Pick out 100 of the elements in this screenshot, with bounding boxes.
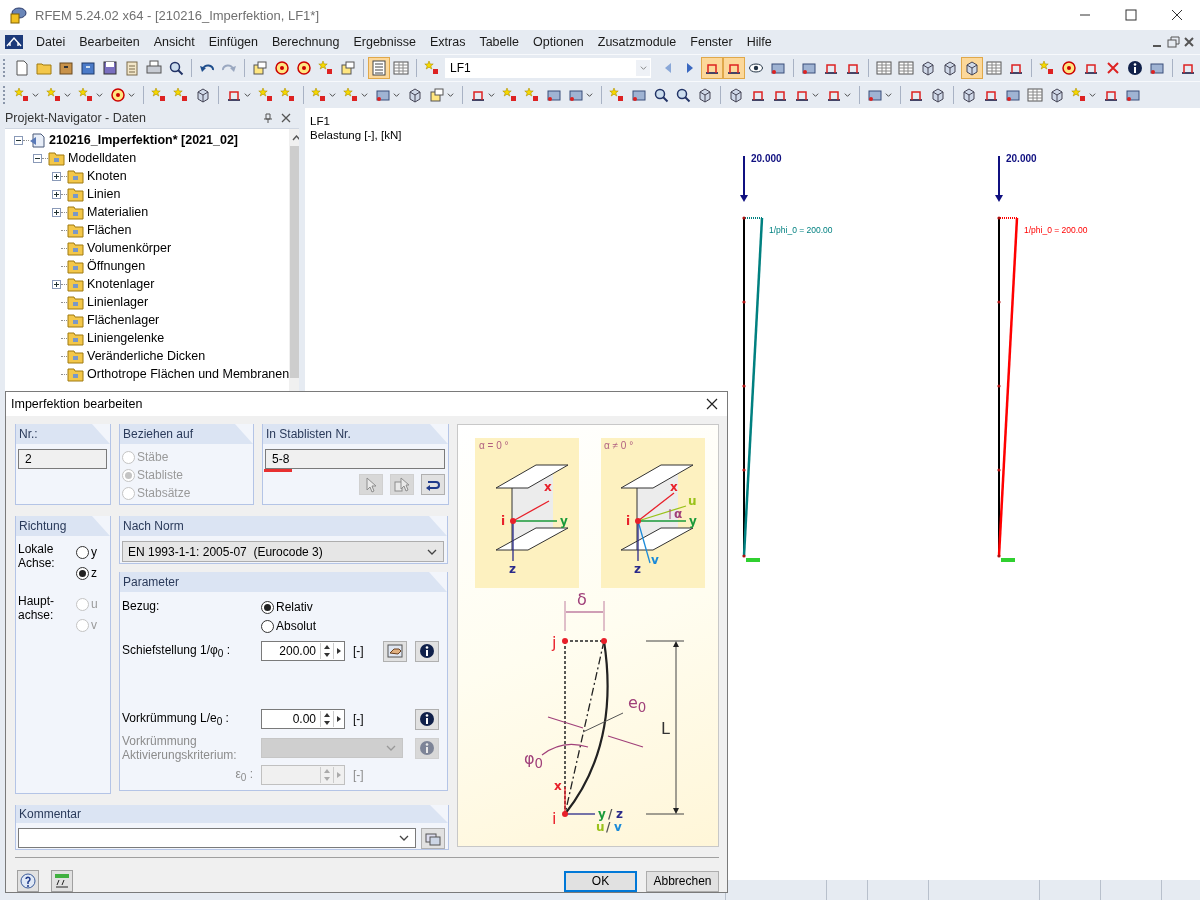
caret-icon [844, 93, 851, 97]
info-icon [1127, 60, 1143, 76]
menu-item[interactable]: Extras [423, 33, 473, 51]
collapse-icon[interactable] [33, 153, 42, 163]
cube-icon [407, 87, 423, 103]
node-dot [742, 300, 746, 304]
expand-icon[interactable] [52, 207, 61, 217]
toolbar-button[interactable] [723, 57, 745, 79]
caret-icon [427, 548, 437, 555]
restore-icon[interactable] [1166, 35, 1180, 49]
tree-item[interactable]: Materialien [87, 205, 149, 219]
tree-item[interactable]: Veränderliche Dicken [87, 349, 206, 363]
toolbar-button[interactable] [701, 57, 723, 79]
dialog-button[interactable]: OK [564, 870, 637, 892]
expand-icon[interactable] [52, 171, 61, 181]
tree-item[interactable]: Flächen [87, 223, 132, 237]
tree-item[interactable]: Liniengelenke [87, 331, 165, 345]
menu-item[interactable]: Berechnung [265, 33, 347, 51]
expand-icon[interactable] [52, 279, 61, 289]
dialog-title: Imperfektion bearbeiten [10, 397, 144, 411]
group-title: Nach Norm [120, 516, 447, 537]
menu-item[interactable]: Einfügen [201, 33, 265, 51]
diagram-label: x [554, 780, 562, 793]
list-cursor-icon [394, 476, 410, 493]
drawer-icon [80, 60, 96, 76]
menu-item[interactable]: Zusatzmodule [590, 33, 684, 51]
folder-icon [36, 60, 52, 76]
tree-item[interactable]: Linien [87, 187, 121, 201]
panel-title: Projekt-Navigator - Daten [5, 111, 148, 125]
node-dot [742, 216, 746, 220]
folder-icon [67, 330, 84, 346]
menu-item[interactable]: Ergebnisse [346, 33, 423, 51]
close-icon[interactable] [281, 113, 291, 123]
diagram-label: u [596, 821, 605, 834]
tree-item[interactable]: Orthotrope Flächen und Membranen [87, 367, 290, 381]
comment-library-button[interactable] [421, 828, 445, 850]
menu-item[interactable]: Bearbeiten [72, 33, 147, 51]
radio-button[interactable] [261, 600, 274, 614]
star-icon [46, 87, 62, 103]
windows-icon [425, 830, 441, 847]
folder-icon [67, 186, 84, 202]
menu-item[interactable]: Datei [29, 33, 73, 51]
edit-button[interactable] [383, 640, 407, 662]
number-input[interactable]: 200.00 [261, 641, 345, 662]
radio-button[interactable] [261, 619, 274, 633]
number-input[interactable]: 0.00 [261, 709, 345, 730]
maximize-icon[interactable] [1123, 7, 1139, 23]
tree-item[interactable]: Knoten [87, 169, 127, 183]
close-icon[interactable] [706, 398, 718, 410]
block-icon [375, 87, 391, 103]
collapse-icon[interactable] [14, 135, 23, 145]
node-dot [997, 554, 1001, 558]
field-label: ε$_{0}$ : [234, 766, 254, 784]
radio-label: Absolut [276, 619, 317, 634]
units-button[interactable] [51, 870, 73, 892]
menu-item[interactable]: Tabelle [472, 33, 527, 51]
tree-item[interactable]: 210216_Imperfektion* [2021_02] [49, 133, 238, 147]
field-label: Vorkrümmung L/e$_{0}$ : [121, 710, 230, 728]
app-menu-icon[interactable] [5, 35, 23, 49]
menu-item[interactable]: Hilfe [739, 33, 779, 51]
comment-combobox[interactable] [18, 828, 416, 849]
pin-icon[interactable] [263, 113, 273, 123]
tree-item[interactable]: Öffnungen [87, 259, 146, 273]
info-button[interactable] [415, 640, 439, 662]
member-list-field[interactable]: 5-8 [265, 449, 445, 470]
group-title: In Stablisten Nr. [263, 424, 448, 445]
tree-item[interactable]: Modelldaten [68, 151, 137, 165]
expand-icon[interactable] [52, 189, 61, 199]
tree-item[interactable]: Volumenkörper [87, 241, 172, 255]
radio-label: y [91, 545, 97, 560]
info-button[interactable] [415, 708, 439, 730]
dialog-button[interactable]: Abbrechen [646, 870, 719, 892]
spin-arrows-icon[interactable] [320, 643, 333, 660]
spin-arrows-icon[interactable] [320, 711, 333, 728]
close-icon[interactable] [1182, 35, 1196, 49]
tree-item[interactable]: Flächenlager [87, 313, 160, 327]
star-icon [14, 87, 30, 103]
menu-item[interactable]: Fenster [683, 33, 740, 51]
load-case-dropdown[interactable]: LF1 [445, 58, 651, 78]
menu-item[interactable]: Optionen [526, 33, 591, 51]
number-field[interactable]: 2 [18, 449, 107, 470]
block-icon [546, 87, 562, 103]
cursor-icon [363, 476, 379, 493]
folder-icon [67, 168, 84, 184]
diagram-label: i [626, 515, 631, 528]
standard-dropdown[interactable]: EN 1993-1-1: 2005-07 (Eurocode 3) [122, 541, 444, 563]
cube-icon [920, 60, 936, 76]
load-value: 20.000 [1006, 153, 1037, 164]
tree-item[interactable]: Knotenlager [87, 277, 155, 291]
close-icon[interactable] [1169, 7, 1185, 23]
radio-button[interactable] [76, 566, 89, 580]
pick-button[interactable] [421, 474, 445, 496]
app-logo-icon [9, 6, 27, 24]
radio-button[interactable] [76, 545, 89, 559]
dropdown-value: EN 1993-1-1: 2005-07 (Eurocode 3) [128, 544, 324, 559]
tree-item[interactable]: Linienlager [87, 295, 149, 309]
menu-item[interactable]: Ansicht [146, 33, 202, 51]
unit-label: [-] [352, 712, 365, 727]
help-button[interactable] [17, 870, 39, 892]
imperfection-label: 1/phi_0 = 200.00 [769, 225, 833, 235]
